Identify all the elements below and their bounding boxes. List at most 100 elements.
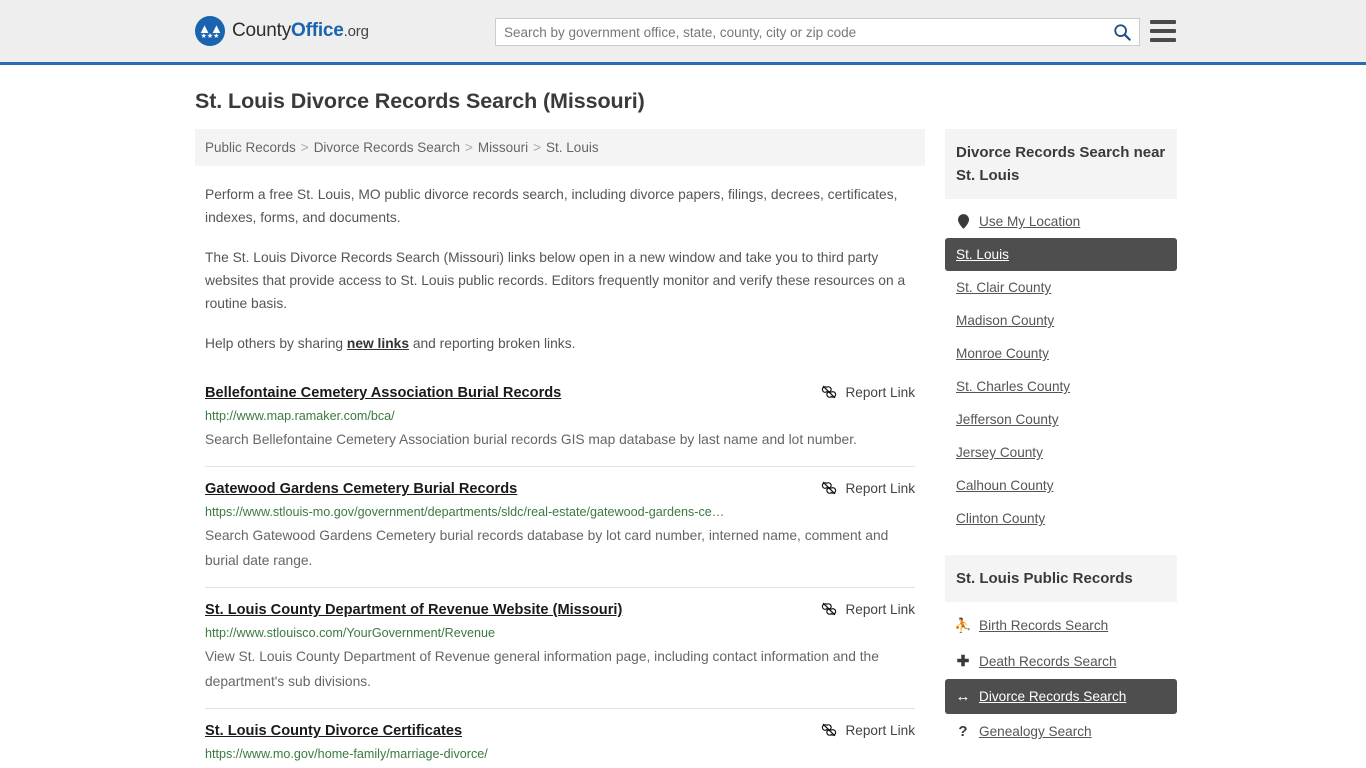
- sidebar-item-jefferson-county[interactable]: Jefferson County: [945, 403, 1177, 436]
- sidebar-item-label: St. Charles County: [956, 379, 1071, 394]
- logo-prefix: County: [232, 20, 292, 41]
- hamburger-bar: [1150, 20, 1176, 24]
- result-header: Gatewood Gardens Cemetery Burial Records…: [205, 479, 915, 499]
- sidebar-item-use-my-location[interactable]: Use My Location: [945, 205, 1177, 238]
- sidebar-item-label: Madison County: [956, 313, 1055, 328]
- result-title-link[interactable]: Gatewood Gardens Cemetery Burial Records: [205, 479, 517, 499]
- result-description: Search Gatewood Gardens Cemetery burial …: [205, 528, 889, 568]
- breadcrumb-item[interactable]: St. Louis: [546, 140, 599, 155]
- result-item: Bellefontaine Cemetery Association Buria…: [205, 377, 915, 467]
- sidebar-item-label: Genealogy Search: [979, 724, 1092, 739]
- search-button[interactable]: [1105, 19, 1139, 45]
- result-item: St. Louis County Divorce Certificates Rep…: [205, 709, 915, 768]
- sidebar-item-label: Monroe County: [956, 346, 1049, 361]
- breadcrumb-item[interactable]: Divorce Records Search: [314, 140, 460, 155]
- search-input[interactable]: [496, 19, 1105, 45]
- intro-p3-after: and reporting broken links.: [409, 336, 576, 351]
- intro-paragraph-1: Perform a free St. Louis, MO public divo…: [205, 187, 898, 225]
- sidebar-item-label: Use My Location: [979, 214, 1081, 229]
- sidebar-nearby-box: Divorce Records Search near St. Louis Us…: [945, 129, 1177, 535]
- breadcrumb-separator: >: [533, 140, 542, 155]
- broken-link-icon: [822, 602, 837, 616]
- sidebar-item-st-clair-county[interactable]: St. Clair County: [945, 271, 1177, 304]
- sidebar-item-calhoun-county[interactable]: Calhoun County: [945, 469, 1177, 502]
- site-header: ▲▲ ★★★ CountyOffice.org: [0, 0, 1366, 65]
- intro-section: Perform a free St. Louis, MO public divo…: [195, 183, 925, 355]
- sidebar-item-genealogy-search[interactable]: ? Genealogy Search: [945, 714, 1177, 749]
- sidebar-nearby-heading: Divorce Records Search near St. Louis: [945, 129, 1177, 199]
- breadcrumb-separator: >: [465, 140, 473, 155]
- breadcrumb-separator: >: [300, 140, 309, 155]
- sidebar-item-st-louis[interactable]: St. Louis: [945, 238, 1177, 271]
- logo-wordmark: CountyOffice.org: [232, 20, 369, 42]
- result-title-link[interactable]: St. Louis County Divorce Certificates: [205, 721, 462, 741]
- broken-link-icon: [822, 723, 837, 737]
- result-url[interactable]: https://www.stlouis-mo.gov/government/de…: [205, 503, 915, 521]
- sidebar-item-label: Divorce Records Search: [979, 689, 1127, 704]
- sidebar-item-label: Calhoun County: [956, 478, 1054, 493]
- sidebar-item-clinton-county[interactable]: Clinton County: [945, 502, 1177, 535]
- intro-paragraph-3: Help others by sharing new links and rep…: [205, 332, 915, 355]
- intro-p3-before: Help others by sharing: [205, 336, 347, 351]
- hamburger-bar: [1150, 38, 1176, 42]
- sidebar-item-birth-records-search[interactable]: ⛹ Birth Records Search: [945, 608, 1177, 643]
- breadcrumb-item[interactable]: Missouri: [478, 140, 528, 155]
- result-title-link[interactable]: St. Louis County Department of Revenue W…: [205, 600, 622, 620]
- sidebar-item-madison-county[interactable]: Madison County: [945, 304, 1177, 337]
- sidebar-item-label: Birth Records Search: [979, 618, 1109, 633]
- search-bar[interactable]: [495, 18, 1140, 46]
- results-list: Bellefontaine Cemetery Association Buria…: [195, 377, 925, 768]
- logo-suffix: .org: [343, 23, 369, 40]
- site-logo[interactable]: ▲▲ ★★★ CountyOffice.org: [195, 16, 369, 46]
- intro-paragraph-2: The St. Louis Divorce Records Search (Mi…: [205, 250, 906, 311]
- hamburger-menu-icon[interactable]: [1150, 20, 1176, 42]
- search-icon: [1114, 24, 1131, 41]
- result-url[interactable]: http://www.stlouisco.com/YourGovernment/…: [205, 624, 915, 642]
- report-link-button[interactable]: Report Link: [821, 601, 915, 617]
- report-link-button[interactable]: Report Link: [821, 722, 915, 738]
- result-item: Gatewood Gardens Cemetery Burial Records…: [205, 467, 915, 588]
- content-row: Public Records > Divorce Records Search > Mi…: [195, 129, 1177, 768]
- question-mark-icon: ?: [958, 723, 968, 740]
- result-url[interactable]: http://www.map.ramaker.com/bca/: [205, 407, 915, 425]
- result-header: St. Louis County Department of Revenue W…: [205, 600, 915, 620]
- result-url[interactable]: https://www.mo.gov/home-family/marriage-…: [205, 745, 915, 763]
- double-arrow-icon: ↔: [955, 688, 971, 705]
- map-pin-icon: [956, 214, 970, 229]
- result-header: St. Louis County Divorce Certificates Rep…: [205, 721, 915, 741]
- result-description: Search Bellefontaine Cemetery Associatio…: [205, 432, 857, 447]
- sidebar-item-divorce-records-search[interactable]: ↔ Divorce Records Search: [945, 679, 1177, 714]
- sidebar-item-label: Death Records Search: [979, 653, 1117, 669]
- eagle-seal-icon: ▲▲ ★★★: [195, 16, 225, 46]
- sidebar-public-records-list: ⛹ Birth Records Search ✚ Death Records Sear…: [945, 608, 1177, 749]
- report-link-label: Report Link: [845, 722, 915, 738]
- report-link-button[interactable]: Report Link: [821, 384, 915, 400]
- breadcrumb-item[interactable]: Public Records: [205, 140, 296, 155]
- report-link-button[interactable]: Report Link: [821, 480, 915, 496]
- sidebar-public-records-box: St. Louis Public Records ⛹ Birth Records …: [945, 555, 1177, 749]
- hamburger-bar: [1150, 29, 1176, 33]
- sidebar-item-death-records-search[interactable]: ✚ Death Records Search: [945, 643, 1177, 679]
- main-column: Public Records > Divorce Records Search > Mi…: [195, 129, 925, 768]
- report-link-label: Report Link: [845, 480, 915, 496]
- sidebar-item-monroe-county[interactable]: Monroe County: [945, 337, 1177, 370]
- result-title-link[interactable]: Bellefontaine Cemetery Association Buria…: [205, 383, 561, 403]
- sidebar-item-label: Jersey County: [956, 445, 1043, 460]
- page-container: St. Louis Divorce Records Search (Missou…: [0, 89, 1366, 768]
- sidebar-public-records-heading: St. Louis Public Records: [945, 555, 1177, 602]
- sidebar-item-label: Jefferson County: [956, 412, 1059, 427]
- broken-link-icon: [822, 481, 837, 495]
- sidebar-item-label: St. Louis: [956, 247, 1009, 262]
- sidebar-nearby-list: Use My Location St. Louis St. Clair County…: [945, 205, 1177, 535]
- child-icon: ⛹: [954, 617, 972, 633]
- sidebar-item-jersey-county[interactable]: Jersey County: [945, 436, 1177, 469]
- result-item: St. Louis County Department of Revenue W…: [205, 588, 915, 709]
- page-title: St. Louis Divorce Records Search (Missou…: [195, 89, 645, 113]
- sidebar-item-st-charles-county[interactable]: St. Charles County: [945, 370, 1177, 403]
- new-links-link[interactable]: new links: [347, 336, 409, 351]
- cross-plus-icon: ✚: [956, 653, 970, 670]
- sidebar-item-label: Clinton County: [956, 511, 1046, 526]
- report-link-label: Report Link: [845, 384, 915, 400]
- result-description: View St. Louis County Department of Reve…: [205, 649, 879, 689]
- broken-link-icon: [822, 385, 837, 399]
